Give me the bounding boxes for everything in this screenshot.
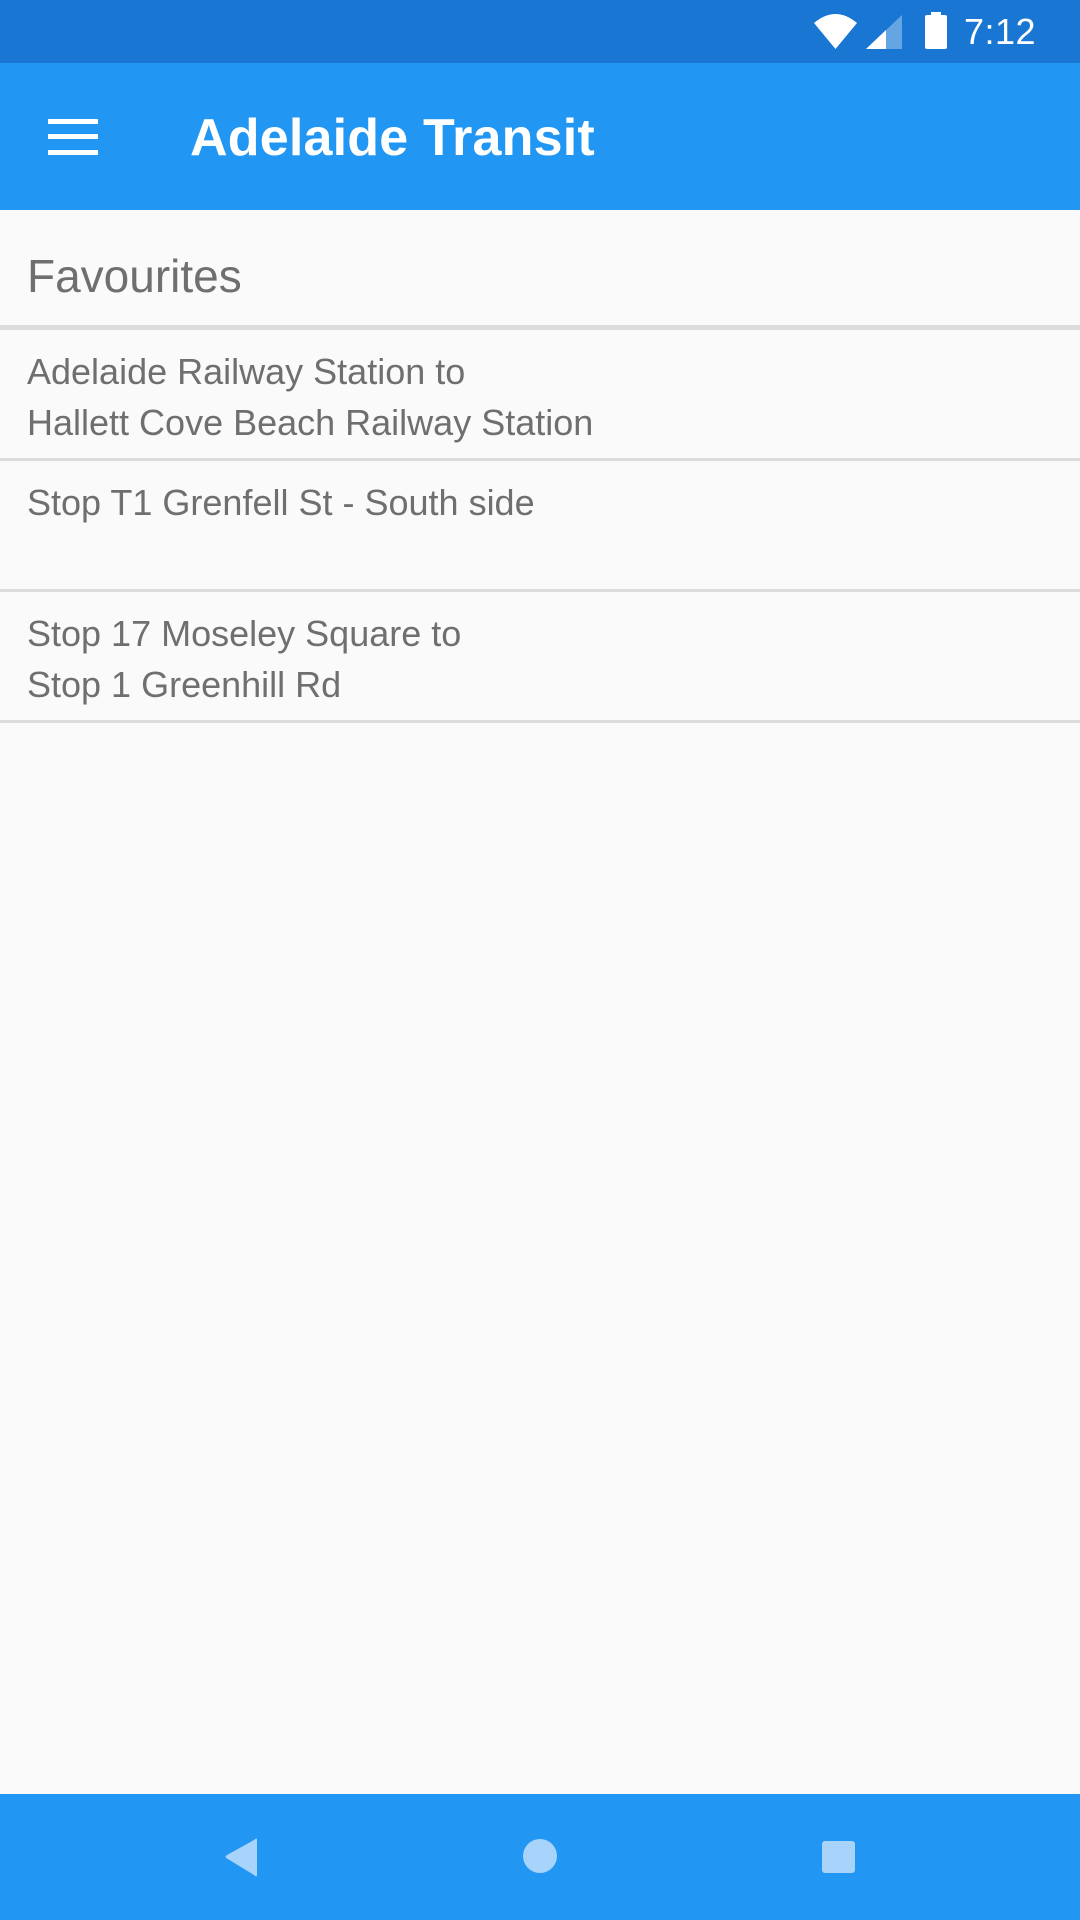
- app-title: Adelaide Transit: [190, 109, 595, 167]
- favourite-item-line1: Adelaide Railway Station to: [27, 351, 466, 392]
- home-icon: [523, 1839, 557, 1873]
- favourite-item-line1: Stop 17 Moseley Square to: [27, 613, 462, 654]
- back-button[interactable]: [180, 1814, 300, 1900]
- favourite-item[interactable]: Adelaide Railway Station to Hallett Cove…: [0, 330, 1080, 461]
- favourites-header: Favourites: [0, 210, 1080, 325]
- home-button[interactable]: [480, 1814, 600, 1900]
- hamburger-menu-icon: [48, 119, 98, 155]
- recents-button[interactable]: [779, 1814, 899, 1900]
- recents-icon: [822, 1841, 855, 1873]
- favourite-item-line2: Hallett Cove Beach Railway Station: [27, 402, 594, 443]
- navigation-bar: [0, 1794, 1080, 1920]
- favourite-item-line2: Stop 1 Greenhill Rd: [27, 664, 342, 705]
- favourite-item-line1: Stop T1 Grenfell St - South side: [27, 482, 535, 523]
- clock: 7:12: [964, 11, 1037, 52]
- wifi-icon: [814, 14, 857, 49]
- favourite-item[interactable]: Stop T1 Grenfell St - South side: [0, 461, 1080, 592]
- favourite-item[interactable]: Stop 17 Moseley Square to Stop 1 Greenhi…: [0, 592, 1080, 723]
- favourites-list: Adelaide Railway Station to Hallett Cove…: [0, 330, 1080, 723]
- battery-icon: [925, 12, 947, 49]
- menu-button[interactable]: [30, 85, 116, 189]
- app-bar: Adelaide Transit: [0, 63, 1080, 210]
- status-bar: 7:12: [0, 0, 1080, 63]
- back-icon: [225, 1838, 257, 1877]
- favourites-title: Favourites: [27, 250, 242, 302]
- cell-signal-icon: [866, 15, 902, 49]
